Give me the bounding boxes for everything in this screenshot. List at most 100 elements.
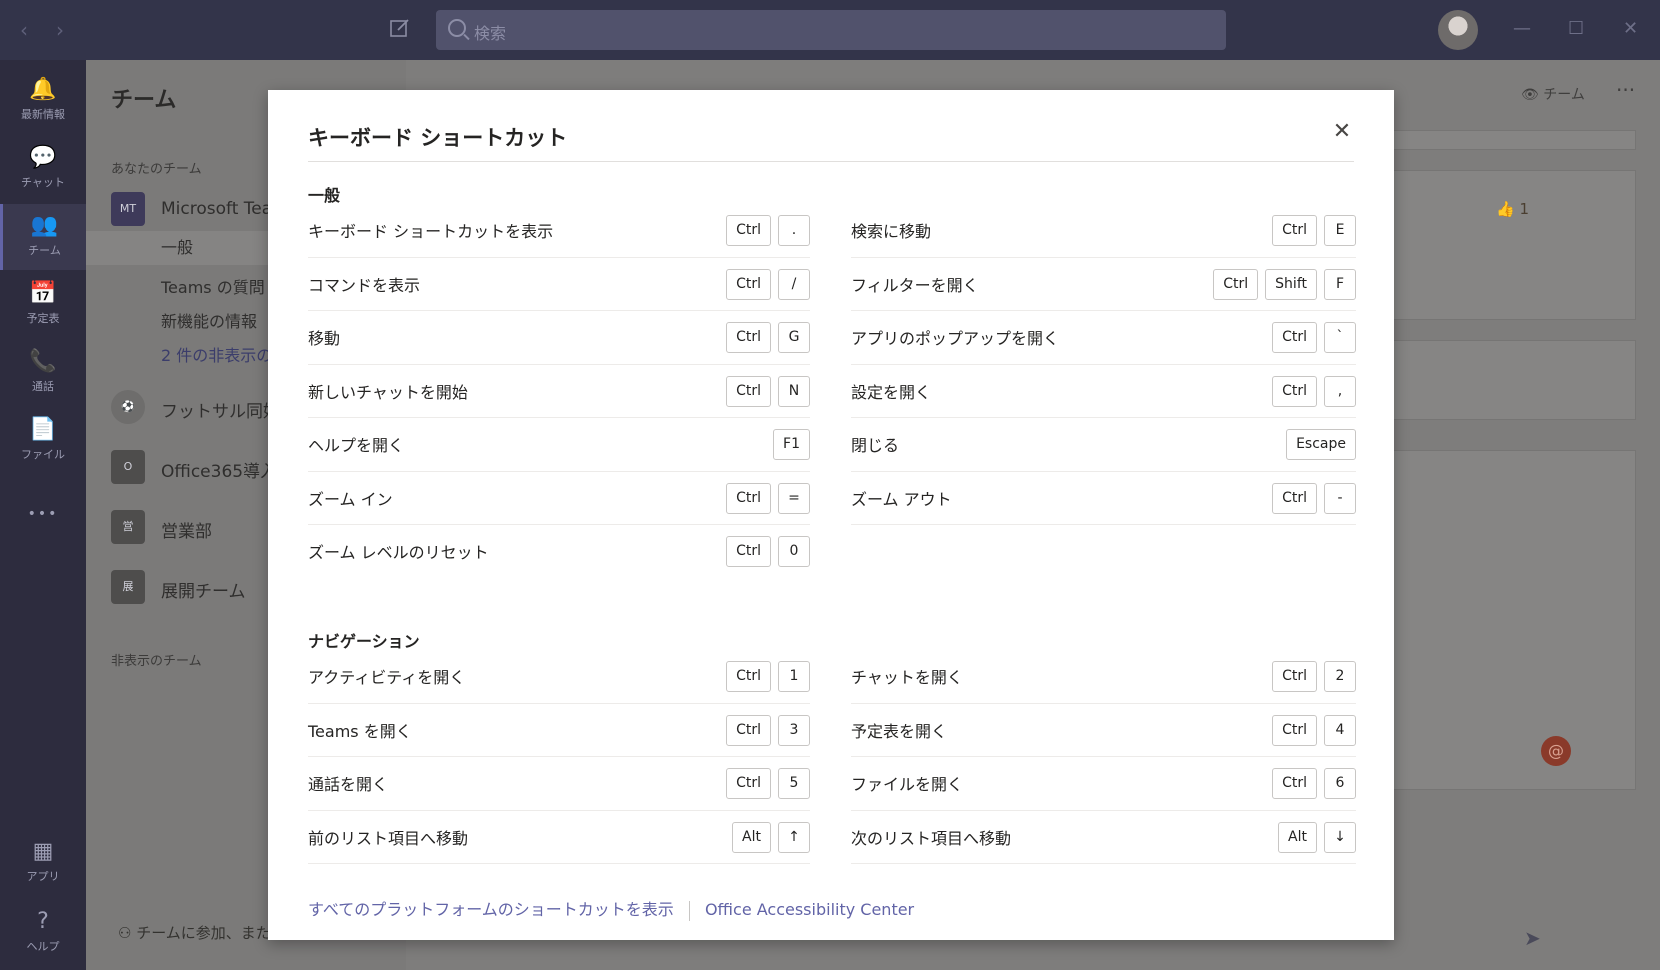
rail-item-apps[interactable]: ▦ アプリ <box>0 830 86 896</box>
shortcut-row: 新しいチャットを開始 Ctrl N <box>308 365 810 418</box>
rail-item-files[interactable]: 📄 ファイル <box>0 408 86 474</box>
rail-item-teams[interactable]: 👥 チーム <box>0 204 86 270</box>
shortcut-keys: Ctrl 3 <box>726 714 810 746</box>
shortcut-label: 検索に移動 <box>851 222 932 241</box>
key-cap: , <box>1324 375 1356 407</box>
team-icon: 営 <box>111 510 145 544</box>
section-title-general: 一般 <box>308 186 341 205</box>
key-cap: Ctrl <box>726 215 771 246</box>
shortcut-label: 閉じる <box>851 436 900 455</box>
accessibility-center-link[interactable]: Office Accessibility Center <box>705 900 914 919</box>
navigation-right-column: チャットを開く Ctrl 2 予定表を開く Ctrl 4 ファイルを開く Ctr… <box>851 650 1356 864</box>
close-window-icon[interactable]: ✕ <box>1623 18 1638 39</box>
shortcut-keys: Ctrl 6 <box>1272 768 1356 799</box>
rail-label: アプリ <box>26 870 60 883</box>
rail-more-button[interactable]: ••• <box>0 492 86 558</box>
channel-item[interactable]: Teams の質問 <box>161 274 265 298</box>
shortcut-label: 通話を開く <box>308 775 389 794</box>
team-view-button[interactable]: 👁 チーム <box>1521 84 1585 104</box>
key-cap: 6 <box>1324 768 1356 799</box>
shortcut-label: Teams を開く <box>308 721 412 741</box>
your-teams-label: あなたのチーム <box>111 162 202 177</box>
rail-item-calendar[interactable]: 📅 予定表 <box>0 272 86 338</box>
shortcut-label: フィルターを開く <box>851 275 979 295</box>
file-icon: 📄 <box>29 417 57 442</box>
key-cap: Ctrl <box>1272 375 1317 407</box>
like-reaction[interactable]: 👍 1 <box>1496 200 1529 218</box>
back-icon[interactable]: ‹ <box>20 18 28 42</box>
dialog-header: キーボード ショートカット ✕ <box>308 120 1354 162</box>
key-cap: Ctrl <box>1272 768 1317 799</box>
key-cap: Ctrl <box>726 661 771 692</box>
key-cap: Ctrl <box>726 536 771 567</box>
shortcut-label: ズーム イン <box>308 489 393 509</box>
shortcut-keys: Ctrl 0 <box>726 536 810 567</box>
key-cap: Ctrl <box>726 375 771 407</box>
all-platforms-shortcuts-link[interactable]: すべてのプラットフォームのショートカットを表示 <box>308 900 674 919</box>
shortcut-row: コマンドを表示 Ctrl / <box>308 258 810 311</box>
search-input[interactable]: 検索 <box>436 10 1226 50</box>
shortcut-label: 予定表を開く <box>851 721 948 741</box>
shortcut-row: 予定表を開く Ctrl 4 <box>851 704 1356 757</box>
minimize-icon[interactable]: — <box>1513 18 1531 39</box>
phone-icon: 📞 <box>29 349 57 374</box>
close-dialog-icon[interactable]: ✕ <box>1330 120 1354 144</box>
key-cap: Ctrl <box>1272 661 1317 692</box>
shortcut-keys: Ctrl . <box>726 215 810 246</box>
general-left-column: キーボード ショートカットを表示 Ctrl . コマンドを表示 Ctrl / 移… <box>308 204 810 579</box>
team-name: Office365導入 <box>161 462 278 482</box>
shortcut-row: アプリのポップアップを開く Ctrl ` <box>851 311 1356 365</box>
team-icon: MT <box>111 192 145 226</box>
shortcut-row: アクティビティを開く Ctrl 1 <box>308 650 810 704</box>
shortcut-label: チャットを開く <box>851 668 963 687</box>
key-cap: 4 <box>1324 714 1356 746</box>
rail-label: 通話 <box>32 380 54 393</box>
shortcut-label: 次のリスト項目へ移動 <box>851 828 1012 848</box>
key-cap: Alt <box>1278 821 1317 853</box>
shortcut-label: アプリのポップアップを開く <box>851 329 1060 348</box>
rail-item-calls[interactable]: 📞 通話 <box>0 340 86 406</box>
key-cap: ` <box>1324 322 1356 353</box>
shortcut-keys: Escape <box>1286 429 1356 460</box>
app-rail: 🔔 最新情報 💬 チャット 👥 チーム 📅 予定表 📞 通話 📄 ファイル ••… <box>0 60 86 970</box>
shortcut-label: 新しいチャットを開始 <box>308 382 468 402</box>
hidden-teams-label: 非表示のチーム <box>111 654 202 669</box>
team-view-label: チーム <box>1543 87 1585 103</box>
shortcut-row: ファイルを開く Ctrl 6 <box>851 757 1356 811</box>
soccer-ball-icon: ⚽ <box>111 390 145 424</box>
dialog-footer: すべてのプラットフォームのショートカットを表示 Office Accessibi… <box>308 896 914 921</box>
avatar[interactable] <box>1438 10 1478 50</box>
rail-item-help[interactable]: ? ヘルプ <box>0 900 86 966</box>
footer-divider <box>688 900 690 921</box>
key-cap: 0 <box>778 536 810 567</box>
more-options-icon[interactable]: ··· <box>1616 78 1635 102</box>
rail-item-activity[interactable]: 🔔 最新情報 <box>0 68 86 134</box>
shortcut-keys: Ctrl = <box>726 482 810 514</box>
shortcut-keys: Alt ↓ <box>1278 821 1356 853</box>
shortcut-label: 前のリスト項目へ移動 <box>308 828 469 848</box>
maximize-icon[interactable]: ☐ <box>1568 18 1584 39</box>
key-cap: F <box>1324 268 1356 300</box>
key-cap: / <box>778 268 810 300</box>
mention-icon[interactable]: @ <box>1541 736 1571 766</box>
key-cap: ↓ <box>1324 821 1356 853</box>
key-cap: Ctrl <box>1272 215 1317 246</box>
key-cap: N <box>778 375 810 407</box>
team-name: 展開チーム <box>161 582 246 602</box>
channel-item[interactable]: 新機能の情報 <box>161 308 257 332</box>
rail-item-chat[interactable]: 💬 チャット <box>0 136 86 202</box>
shortcut-row: 閉じる Escape <box>851 418 1356 472</box>
forward-icon[interactable]: › <box>56 18 64 42</box>
shortcut-row: 通話を開く Ctrl 5 <box>308 757 810 811</box>
title-bar: ‹ › 検索 — ☐ ✕ <box>0 0 1660 60</box>
shortcut-row: キーボード ショートカットを表示 Ctrl . <box>308 204 810 258</box>
key-cap: Ctrl <box>1272 322 1317 353</box>
key-cap: Alt <box>732 821 771 853</box>
shortcut-row: Teams を開く Ctrl 3 <box>308 704 810 757</box>
compose-icon[interactable] <box>388 16 414 42</box>
rail-label: 予定表 <box>26 312 60 325</box>
shortcut-keys: Ctrl - <box>1272 482 1356 514</box>
send-icon[interactable]: ➤ <box>1524 926 1541 950</box>
shortcut-keys: Ctrl / <box>726 268 810 300</box>
calendar-icon: 📅 <box>29 281 57 306</box>
